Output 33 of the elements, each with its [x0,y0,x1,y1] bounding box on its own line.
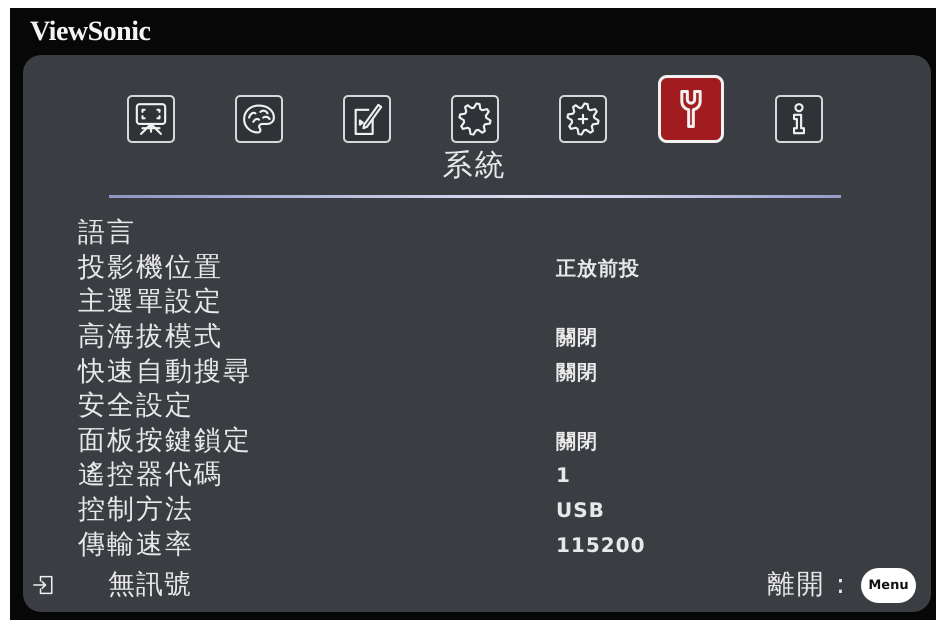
brand-logo: ViewSonic [30,18,150,46]
menu-tab[interactable] [234,95,282,143]
setting-value: 關閉 [556,428,598,455]
setting-value: 關閉 [556,358,598,386]
menu-tab[interactable] [450,95,498,143]
setting-value: 1 [556,462,571,490]
setting-label[interactable]: 主選單設定 [78,286,223,318]
gear-plus-icon [566,102,600,136]
section-title: 系統 [442,149,506,183]
setting-value: 關閉 [556,324,598,352]
menu-key: Menu [861,568,916,602]
setting-value: USB [556,497,605,524]
setting-label[interactable]: 高海拔模式 [78,321,223,354]
exit-hint: 離開 : [767,569,847,601]
signal-status: 無訊號 [108,569,192,601]
gear-icon [458,102,492,136]
setting-label[interactable]: 遙控器代碼 [78,459,223,492]
projection-screen-icon [134,102,168,136]
palette-icon [242,102,276,136]
menu-tab[interactable] [774,95,822,143]
input-source-icon [33,575,53,595]
setting-label[interactable]: 控制方法 [78,494,194,526]
setting-label[interactable]: 快速自動搜尋 [78,356,252,388]
setting-value: 正放前投 [556,254,640,282]
menu-tab[interactable] [126,95,174,143]
menu-tab[interactable] [342,95,390,143]
setting-label[interactable]: 語言 [78,217,136,250]
setting-label[interactable]: 面板按鍵鎖定 [78,424,252,457]
setting-label[interactable]: 傳輸速率 [78,528,194,561]
menu-tab[interactable] [558,95,606,143]
setting-label[interactable]: 投影機位置 [78,252,223,284]
setting-label[interactable]: 安全設定 [78,390,194,422]
setting-value: 115200 [556,532,646,559]
